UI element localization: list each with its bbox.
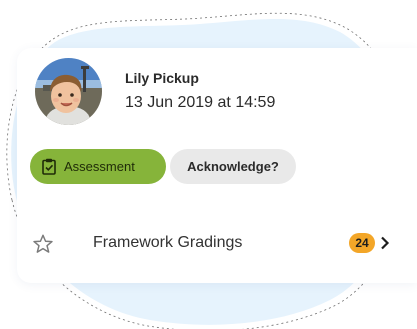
acknowledge-button-label: Acknowledge? [187, 159, 279, 174]
timestamp: 13 Jun 2019 at 14:59 [125, 94, 276, 111]
framework-gradings-label[interactable]: Framework Gradings [93, 234, 242, 252]
assessment-chip[interactable]: Assessment [30, 149, 166, 184]
assessment-chip-label: Assessment [64, 159, 135, 174]
chevron-right-icon[interactable] [380, 236, 390, 250]
acknowledge-button[interactable]: Acknowledge? [170, 149, 296, 184]
child-photo-avatar [35, 58, 102, 125]
clipboard-check-icon [42, 158, 56, 175]
star-outline-icon[interactable] [32, 233, 54, 255]
user-name: Lily Pickup [125, 70, 199, 86]
framework-gradings-count-badge: 24 [349, 233, 375, 253]
